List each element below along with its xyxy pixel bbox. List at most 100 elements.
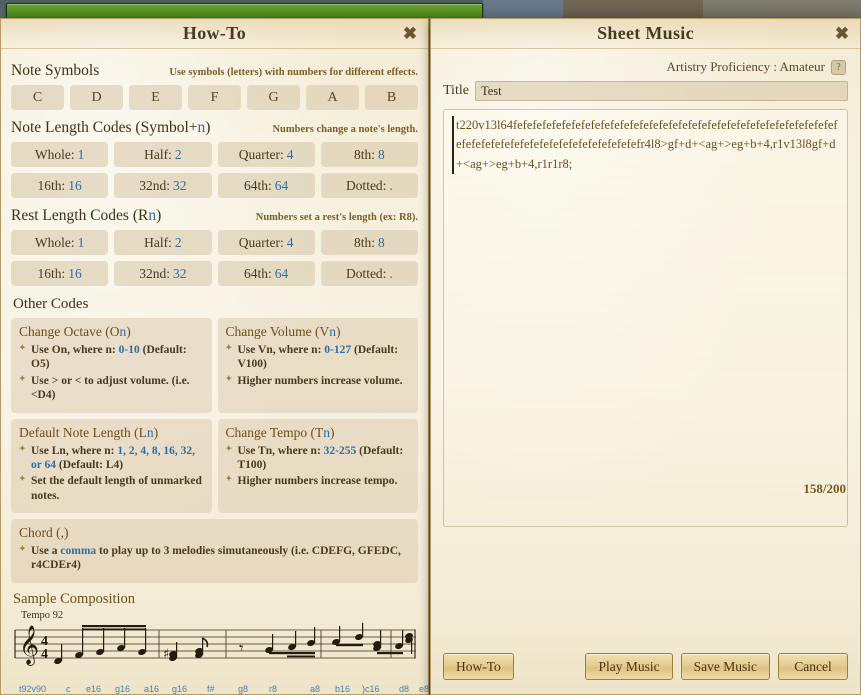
help-icon[interactable]: ? [831, 59, 846, 75]
title-input[interactable] [474, 81, 848, 101]
note-symbol-a[interactable]: A [306, 85, 359, 110]
staff-notation-svg: 𝄞 4 4 ♯ 𝄾 [14, 622, 416, 666]
proficiency-label: Artistry Proficiency : Amateur [666, 59, 826, 74]
note-symbol-e[interactable]: E [129, 85, 182, 110]
other-code-bullet-list: Use On, where n: 0-10 (Default: O5)Use >… [19, 343, 204, 403]
note-length-row-2: 16th: 16 32nd: 32 64th: 64 Dotted:. [11, 173, 418, 198]
music-notation-text: t220v13l64fefefefefefefefefefefefefefefe… [452, 116, 839, 175]
note-length-quarter[interactable]: Quarter: 4 [217, 142, 315, 167]
close-icon[interactable]: ✖ [400, 23, 420, 43]
sample-code-label: d8 [399, 683, 410, 694]
note-symbol-f[interactable]: F [188, 85, 241, 110]
other-code-bullet: Use Ln, where n: 1, 2, 4, 8, 16, 32, or … [19, 444, 204, 473]
sample-code-label: c [66, 683, 71, 694]
note-length-heading: Note Length Codes (Symbol+n) [11, 119, 211, 136]
note-symbol-d[interactable]: D [70, 85, 123, 110]
rest-length-8th[interactable]: 8th: 8 [320, 230, 418, 255]
note-symbols-header: Note Symbols Use symbols (letters) with … [11, 62, 418, 80]
rest-length-row-2: 16th: 16 32nd: 32 64th: 64 Dotted:. [11, 261, 418, 286]
other-code-bullet-list: Use Ln, where n: 1, 2, 4, 8, 16, 32, or … [19, 444, 204, 504]
other-codes-row-3: Chord (,) Use a comma to play up to 3 mel… [11, 519, 418, 583]
other-code-bullet: Use Vn, where n: 0-127 (Default: V100) [226, 343, 411, 372]
proficiency-row: Artistry Proficiency : Amateur ? [443, 59, 846, 75]
other-code-bullet: Higher numbers increase volume. [226, 374, 411, 388]
how-to-panel: How-To ✖ Note Symbols Use symbols (lette… [0, 18, 516, 695]
sample-code-label: f# [207, 683, 215, 694]
other-code-bullet: Use On, where n: 0-10 (Default: O5) [19, 343, 204, 372]
sample-code-label: e8 [419, 683, 430, 694]
svg-text:4: 4 [41, 647, 48, 662]
rest-length-row-1: Whole: 1 Half: 2 Quarter: 4 8th: 8 [11, 230, 418, 255]
other-code-card-title: Default Note Length (Ln) [19, 424, 159, 440]
note-length-whole[interactable]: Whole: 1 [11, 142, 109, 167]
sample-code-label: g16 [172, 683, 188, 694]
title-label: Title [443, 83, 469, 98]
rest-length-header: Rest Length Codes (Rn) Numbers set a res… [11, 207, 418, 225]
how-to-title: How-To [182, 23, 247, 43]
rest-length-heading: Rest Length Codes (Rn) [11, 207, 162, 224]
sheet-music-body: Artistry Proficiency : Amateur ? Title t… [431, 49, 860, 695]
other-codes-row-1: Change Octave (On) Use On, where n: 0-10 … [11, 318, 418, 413]
sample-codes-top: t92v90ce16g16a16g16f#g8r8a8b16)c16d8e8c8… [11, 683, 516, 695]
note-length-8th[interactable]: 8th: 8 [320, 142, 418, 167]
rest-length-quarter[interactable]: Quarter: 4 [217, 230, 315, 255]
sample-tempo-label: Tempo 92 [21, 609, 64, 621]
note-length-64th[interactable]: 64th: 64 [217, 173, 315, 198]
rest-length-whole[interactable]: Whole: 1 [11, 230, 109, 255]
note-length-half[interactable]: Half: 2 [114, 142, 212, 167]
sheet-music-panel-header: Sheet Music ✖ [431, 19, 860, 49]
sample-code-label: e16 [86, 683, 102, 694]
note-symbol-b[interactable]: B [365, 85, 418, 110]
note-symbol-c[interactable]: C [11, 85, 64, 110]
other-code-card-title: Change Octave (On) [19, 324, 131, 339]
svg-text:♯: ♯ [163, 647, 169, 662]
other-codes-heading: Other Codes [13, 296, 89, 312]
how-to-body: Note Symbols Use symbols (letters) with … [1, 49, 516, 695]
note-symbol-row: CDEFGAB [11, 85, 418, 110]
sample-composition-heading: Sample Composition [13, 590, 136, 607]
sheet-music-button-bar: How-To Play Music Save Music Cancel [443, 653, 848, 680]
sample-code-label: g16 [115, 683, 131, 694]
music-notation-input[interactable]: t220v13l64fefefefefefefefefefefefefefefe… [443, 109, 848, 527]
rest-length-32nd[interactable]: 32nd: 32 [114, 261, 212, 286]
other-code-bullet: Use a comma to play up to 3 melodies sim… [19, 544, 410, 573]
note-length-dotted[interactable]: Dotted:. [320, 173, 418, 198]
character-counter: 158/200 [803, 481, 846, 496]
sample-code-label: a16 [144, 683, 160, 694]
other-code-bullet-list: Use Tn, where n: 32-255 (Default: T100)H… [226, 444, 411, 489]
save-music-button[interactable]: Save Music [680, 653, 770, 680]
how-to-panel-header: How-To ✖ [1, 19, 428, 49]
other-code-bullet-list: Use a comma to play up to 3 melodies sim… [19, 544, 410, 573]
other-code-card: Default Note Length (Ln) Use Ln, where n:… [11, 418, 212, 513]
other-code-bullet-list: Use Vn, where n: 0-127 (Default: V100) Hi… [226, 343, 411, 388]
rest-length-note: Numbers set a rest's length (ex: R8). [255, 212, 418, 223]
sample-code-label: t92v90 [19, 683, 47, 694]
note-length-row-1: Whole: 1 Half: 2 Quarter: 4 8th: 8 [11, 142, 418, 167]
other-code-card-title: Change Volume (Vn) [225, 324, 341, 339]
rest-length-16th[interactable]: 16th: 16 [11, 261, 109, 286]
note-length-note: Numbers change a note's length. [272, 124, 418, 135]
sample-code-label: r8 [269, 683, 278, 694]
other-code-bullet: Set the default length of unmarked notes… [19, 474, 204, 503]
other-code-bullet: Use > or < to adjust volume. (i.e. <D4) [19, 374, 204, 403]
note-length-32nd[interactable]: 32nd: 32 [114, 173, 212, 198]
other-codes-row-2: Default Note Length (Ln) Use Ln, where n:… [11, 418, 418, 513]
title-row: Title [443, 81, 848, 101]
sample-code-label: a8 [310, 683, 321, 694]
other-code-bullet: Use Tn, where n: 32-255 (Default: T100) [226, 444, 411, 473]
other-code-card: Change Volume (Vn) Use Vn, where n: 0-127… [217, 318, 418, 413]
note-symbols-note: Use symbols (letters) with numbers for d… [169, 67, 418, 78]
sample-code-label: b16 [335, 683, 351, 694]
how-to-button[interactable]: How-To [443, 653, 514, 680]
rest-length-64th[interactable]: 64th: 64 [217, 261, 315, 286]
sample-code-label: g8 [238, 683, 249, 694]
note-symbol-g[interactable]: G [247, 85, 300, 110]
other-code-card-title: Change Tempo (Tn) [225, 424, 335, 440]
close-icon[interactable]: ✖ [832, 23, 852, 43]
rest-length-half[interactable]: Half: 2 [114, 230, 212, 255]
cancel-button[interactable]: Cancel [778, 653, 848, 680]
rest-length-dotted[interactable]: Dotted:. [320, 261, 418, 286]
other-code-bullet: Higher numbers increase tempo. [226, 474, 411, 488]
play-music-button[interactable]: Play Music [585, 653, 673, 680]
note-length-16th[interactable]: 16th: 16 [11, 173, 109, 198]
